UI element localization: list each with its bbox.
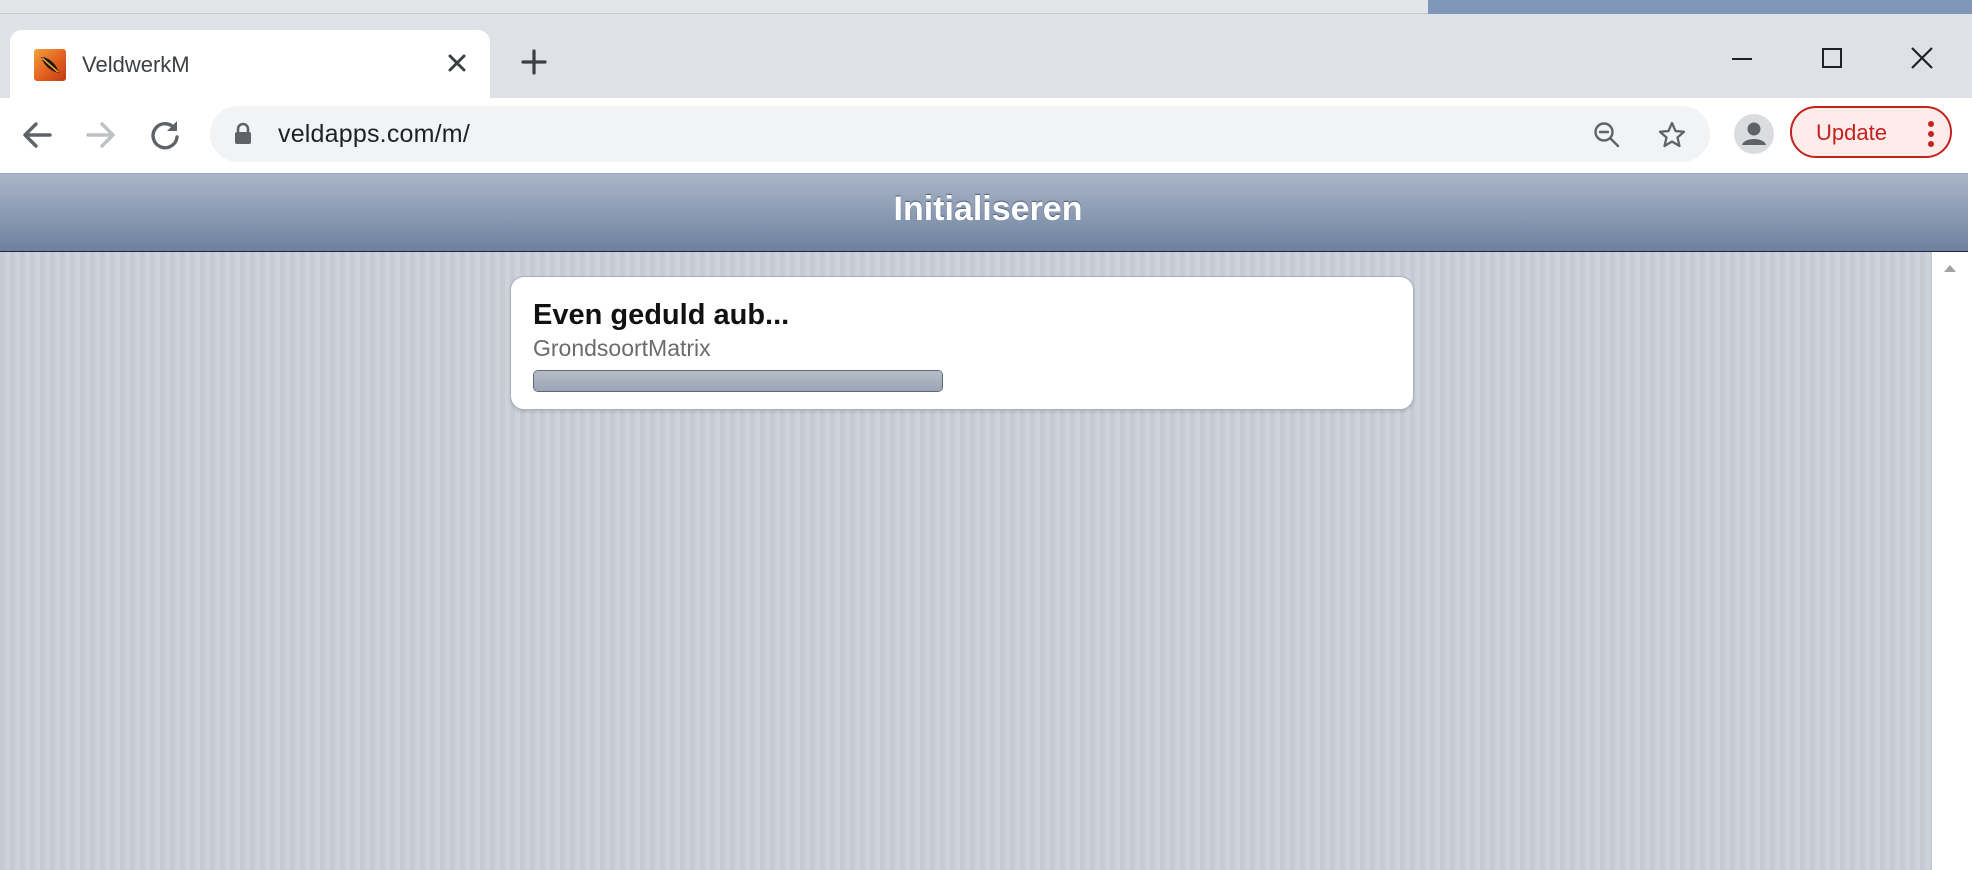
veldwerk-leaf-icon — [34, 49, 66, 81]
update-label: Update — [1816, 120, 1887, 145]
close-window-icon[interactable] — [1894, 30, 1950, 70]
minimize-icon[interactable] — [1714, 30, 1770, 70]
new-tab-icon[interactable] — [516, 44, 552, 80]
forward-arrow-icon[interactable] — [82, 116, 120, 154]
window-top-strip — [0, 0, 1972, 14]
address-bar[interactable]: veldapps.com/m/ — [210, 106, 1710, 162]
lock-icon[interactable] — [232, 122, 254, 146]
url-text[interactable]: veldapps.com/m/ — [278, 120, 470, 149]
reload-icon[interactable] — [146, 116, 184, 154]
browser-toolbar: veldapps.com/m/ Update — [0, 98, 1972, 170]
app-header: Initialiseren — [0, 173, 1968, 253]
desktop-edge — [0, 0, 1428, 14]
loading-title: Even geduld aub... — [533, 299, 790, 331]
close-tab-icon[interactable] — [442, 48, 472, 78]
loading-subtitle: GrondsoortMatrix — [533, 335, 711, 361]
desktop-background — [1428, 0, 1972, 14]
scroll-up-arrow-icon[interactable] — [1942, 262, 1958, 274]
bookmark-star-icon[interactable] — [1656, 119, 1688, 151]
tab-veldwerkm[interactable]: VeldwerkM — [10, 30, 490, 98]
maximize-icon[interactable] — [1804, 30, 1860, 70]
window-right-edge — [1968, 170, 1972, 870]
scrollbar[interactable] — [1932, 252, 1968, 870]
profile-avatar-icon[interactable] — [1732, 112, 1776, 156]
tab-title: VeldwerkM — [82, 52, 190, 77]
update-button[interactable]: Update — [1790, 106, 1952, 158]
zoom-out-icon[interactable] — [1592, 120, 1622, 150]
back-arrow-icon[interactable] — [18, 116, 56, 154]
progress-fill — [534, 371, 942, 391]
page-title: Initialiseren — [893, 190, 1083, 228]
tab-bar: VeldwerkM — [0, 14, 1972, 98]
progress-bar — [533, 370, 943, 392]
loading-dialog: Even geduld aub... GrondsoortMatrix — [510, 276, 1414, 410]
more-options-icon[interactable] — [1926, 119, 1936, 149]
